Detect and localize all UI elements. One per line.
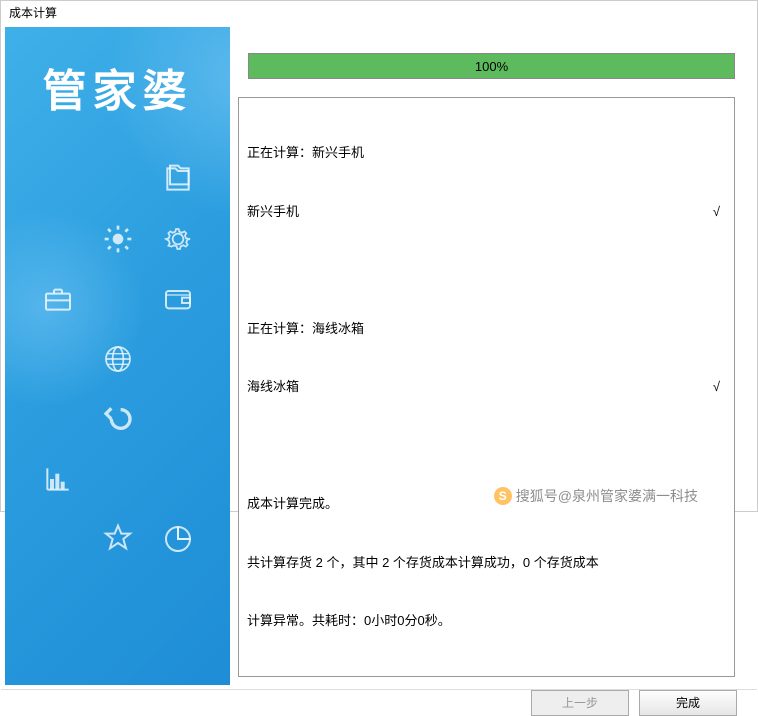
content-area: 管家婆 [1,23,757,689]
undo-icon [88,389,148,449]
log-line: 共计算存货 2 个，其中 2 个存货成本计算成功，0 个存货成本 [247,553,726,573]
prev-button: 上一步 [531,690,629,716]
footer-buttons: 上一步 完成 [1,689,757,716]
log-line: 正在计算：新兴手机 [247,143,726,163]
log-line: 计算异常。共耗时：0小时0分0秒。 [247,611,726,631]
window-title: 成本计算 [1,1,757,23]
sidebar-icon-grid [5,149,230,569]
globe-icon [88,329,148,389]
sidebar-banner: 管家婆 [5,27,230,685]
main-panel: 100% 正在计算：新兴手机 新兴手机√ 正在计算：海线冰箱 海线冰箱√ 成本计… [238,27,753,685]
log-line: 成本计算完成。 [247,494,726,514]
log-line [247,260,726,280]
gear-icon [148,209,208,269]
log-line: 新兴手机√ [247,202,726,222]
pie-icon [148,509,208,569]
cost-calc-window: 成本计算 管家婆 [0,0,758,512]
log-line [247,436,726,456]
check-icon: √ [713,202,726,222]
log-line: 正在计算：海线冰箱 [247,319,726,339]
star-icon [88,509,148,569]
chart-icon [28,449,88,509]
finish-button[interactable]: 完成 [639,690,737,716]
check-icon: √ [713,377,726,397]
log-textarea[interactable]: 正在计算：新兴手机 新兴手机√ 正在计算：海线冰箱 海线冰箱√ 成本计算完成。 … [238,97,735,677]
brand-logo-text: 管家婆 [5,27,230,119]
progress-bar: 100% [248,53,735,79]
folder-icon [148,149,208,209]
wallet-icon [148,269,208,329]
progress-container: 100% [238,35,745,79]
log-line: 海线冰箱√ [247,377,726,397]
sun-icon [88,209,148,269]
progress-label: 100% [475,59,508,74]
briefcase-icon [28,269,88,329]
